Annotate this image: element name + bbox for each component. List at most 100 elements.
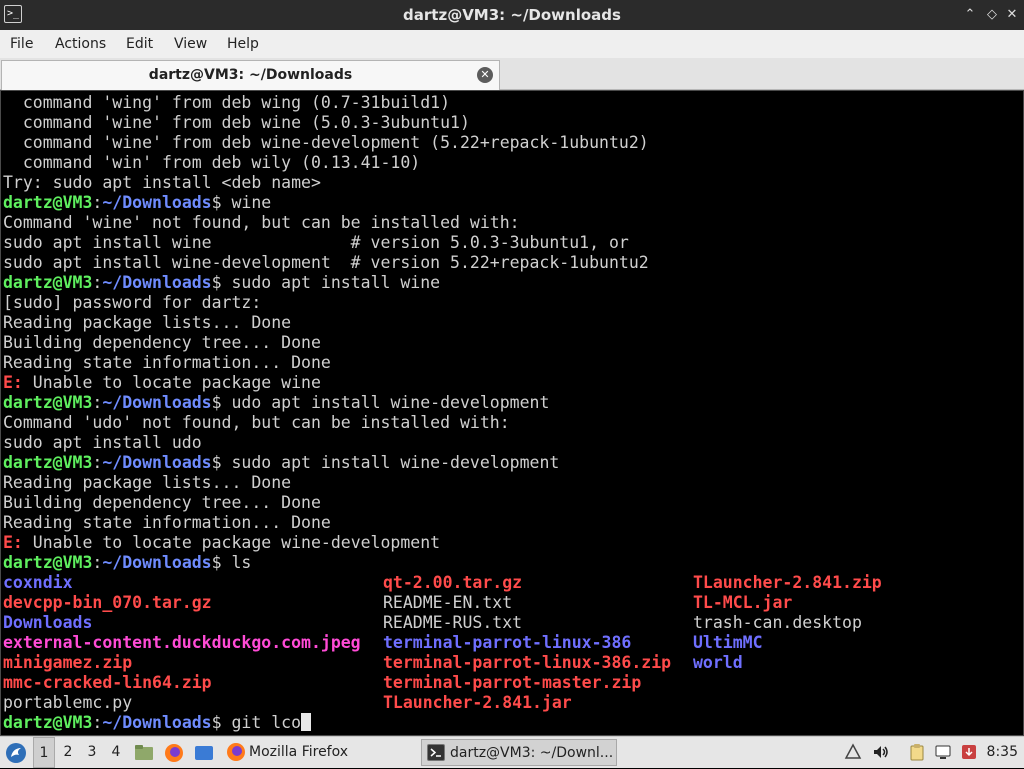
ls-entry: TL-MCL.jar (693, 593, 793, 612)
text-cursor (301, 713, 312, 731)
minimize-button[interactable]: ⌃ (962, 7, 978, 23)
tab-terminal[interactable]: dartz@VM3: ~/Downloads ✕ (1, 60, 500, 90)
prompt-dollar: $ (211, 393, 232, 412)
prompt-dollar: $ (211, 193, 232, 212)
prompt-user: dartz@VM3 (3, 713, 93, 732)
prompt-line: dartz@VM3:~/Downloads$ ls (3, 553, 649, 573)
update-icon[interactable] (960, 743, 978, 761)
output-line: command 'wing' from deb wing (0.7-31buil… (3, 93, 451, 112)
ls-entry: qt-2.00.tar.gz (383, 573, 523, 592)
menu-view[interactable]: View (174, 30, 207, 58)
current-prompt-line[interactable]: dartz@VM3:~/Downloads$ git lco (3, 713, 312, 733)
tab-close-icon[interactable]: ✕ (477, 67, 493, 83)
error-line: E: Unable to locate package wine-develop… (3, 533, 649, 553)
prompt-line: dartz@VM3:~/Downloads$ sudo apt install … (3, 273, 649, 293)
ls-entry: README-EN.txt (383, 593, 513, 612)
workspace-3[interactable]: 3 (81, 737, 103, 768)
prompt-path: ~/Downloads (102, 713, 212, 732)
output-line: Building dependency tree... Done (3, 333, 321, 352)
task-terminal[interactable]: dartz@VM3: ~/Downl... (421, 739, 617, 766)
output-line: command 'wine' from deb wine-development… (3, 133, 649, 152)
ls-entry: trash-can.desktop (693, 613, 862, 632)
output-line: Reading state information... Done (3, 513, 331, 532)
output-line: command 'wine' from deb wine (5.0.3-3ubu… (3, 113, 470, 132)
menu-help[interactable]: Help (227, 30, 259, 58)
show-desktop-icon[interactable] (194, 743, 214, 763)
error-line: E: Unable to locate package wine (3, 373, 649, 393)
ls-entry: TLauncher-2.841.jar (383, 693, 572, 712)
workspace-2[interactable]: 2 (57, 737, 79, 768)
file-manager-icon[interactable] (134, 743, 154, 763)
taskbar: 1 2 3 4 Mozilla Firefox dartz@VM3: ~/Dow… (0, 736, 1024, 768)
close-window-button[interactable]: ✕ (1004, 7, 1020, 23)
command-input[interactable]: git lco (232, 713, 302, 732)
prompt-dollar: $ (211, 553, 232, 572)
command-text: sudo apt install wine (231, 273, 441, 292)
firefox-launcher-icon[interactable] (164, 743, 184, 763)
ls-entry: README-RUS.txt (383, 613, 523, 632)
error-prefix: E: (3, 373, 23, 392)
ls-entry: terminal-parrot-linux-386 (383, 633, 632, 652)
task-terminal-label: dartz@VM3: ~/Downl... (450, 745, 614, 761)
output-line: command 'win' from deb wily (0.13.41-10) (3, 153, 421, 172)
output-line: Command 'udo' not found, but can be inst… (3, 413, 510, 432)
ls-entry: devcpp-bin_070.tar.gz (3, 593, 212, 612)
prompt-line: dartz@VM3:~/Downloads$ sudo apt install … (3, 453, 649, 473)
task-firefox[interactable]: Mozilla Firefox (222, 739, 418, 766)
prompt-path: ~/Downloads (102, 393, 212, 412)
terminal-view[interactable]: command 'wing' from deb wing (0.7-31buil… (0, 90, 1024, 736)
prompt-separator: : (92, 193, 103, 212)
start-menu-icon[interactable] (4, 741, 28, 765)
ls-column-3: TLauncher-2.841.zip TL-MCL.jar trash-can.d… (693, 573, 882, 673)
output-line: Reading package lists... Done (3, 313, 292, 332)
prompt-dollar: $ (211, 453, 232, 472)
ls-entry: coxndix (3, 573, 73, 592)
menu-actions[interactable]: Actions (55, 30, 106, 58)
error-prefix: E: (3, 533, 23, 552)
command-text: ls (231, 553, 252, 572)
prompt-line: dartz@VM3:~/Downloads$ wine (3, 193, 649, 213)
menu-edit[interactable]: Edit (126, 30, 153, 58)
window-title: dartz@VM3: ~/Downloads (403, 6, 621, 24)
prompt-path: ~/Downloads (102, 273, 212, 292)
prompt-separator: : (92, 553, 103, 572)
ls-entry: mmc-cracked-lin64.zip (3, 673, 212, 692)
notification-icon[interactable] (844, 743, 862, 761)
ls-entry: TLauncher-2.841.zip (693, 573, 882, 592)
ls-entry: Downloads (3, 613, 93, 632)
volume-icon[interactable] (872, 743, 890, 761)
terminal-icon (427, 744, 445, 761)
prompt-separator: : (92, 273, 103, 292)
output-line: sudo apt install wine-development # vers… (3, 253, 649, 272)
prompt-line: dartz@VM3:~/Downloads$ udo apt install w… (3, 393, 649, 413)
menu-bar: File Actions Edit View Help (0, 30, 1024, 58)
clipboard-icon[interactable] (908, 743, 926, 761)
command-text: wine (231, 193, 272, 212)
prompt-path: ~/Downloads (102, 193, 212, 212)
error-message: Unable to locate package wine-developmen… (22, 533, 441, 552)
ls-output: coxndix devcpp-bin_070.tar.gz Downloads ext… (3, 573, 1003, 713)
workspace-4[interactable]: 4 (105, 737, 127, 768)
task-firefox-label: Mozilla Firefox (249, 744, 349, 760)
workspace-1[interactable]: 1 (33, 737, 55, 768)
prompt-user: dartz@VM3 (3, 273, 93, 292)
prompt-user: dartz@VM3 (3, 553, 93, 572)
output-line: Building dependency tree... Done (3, 493, 321, 512)
prompt-user: dartz@VM3 (3, 393, 93, 412)
tab-bar: dartz@VM3: ~/Downloads ✕ (0, 58, 1024, 90)
network-icon[interactable] (934, 743, 952, 761)
prompt-path: ~/Downloads (102, 453, 212, 472)
ls-entry: minigamez.zip (3, 653, 133, 672)
output-line: Command 'wine' not found, but can be ins… (3, 213, 520, 232)
tab-label: dartz@VM3: ~/Downloads (148, 67, 353, 83)
clock[interactable]: 8:35 (987, 737, 1018, 768)
ls-entry: world (693, 653, 743, 672)
ls-column-1: coxndix devcpp-bin_070.tar.gz Downloads ext… (3, 573, 361, 713)
prompt-dollar: $ (211, 273, 232, 292)
output-line: sudo apt install udo (3, 433, 202, 452)
maximize-button[interactable]: ◇ (984, 7, 1000, 23)
ls-column-2: qt-2.00.tar.gz README-EN.txt README-RUS.tx… (383, 573, 671, 713)
ls-entry: terminal-parrot-master.zip (383, 673, 642, 692)
menu-file[interactable]: File (10, 30, 33, 58)
ls-entry: UltimMC (693, 633, 763, 652)
